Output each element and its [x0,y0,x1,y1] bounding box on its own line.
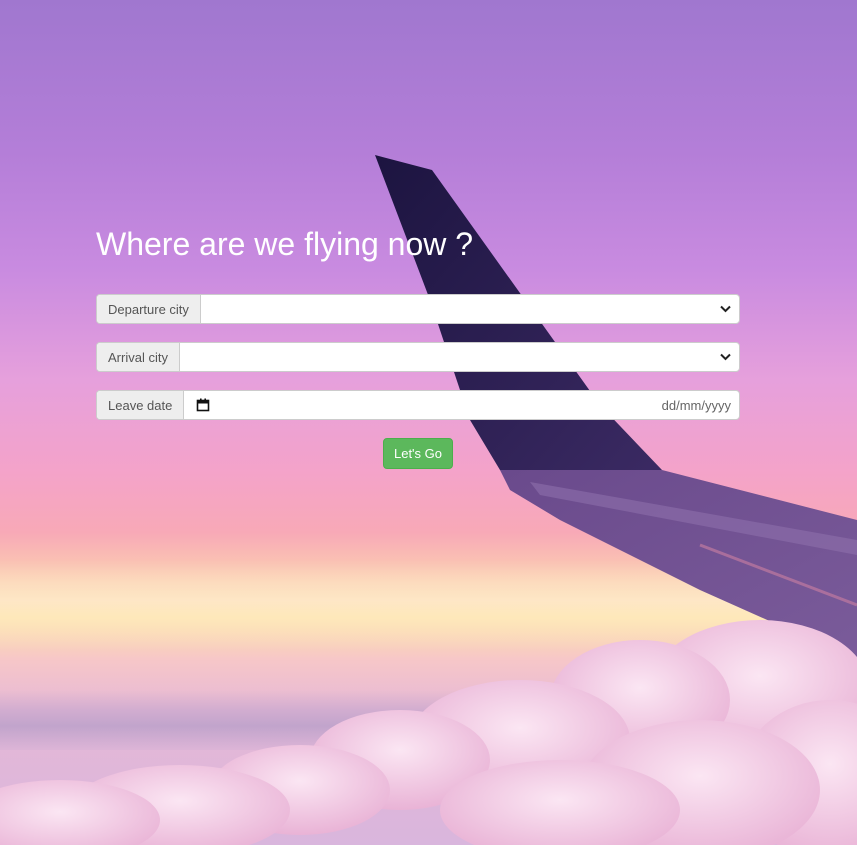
departure-city-label: Departure city [97,295,201,323]
arrival-city-group: Arrival city [96,342,740,372]
leave-date-group: Leave date dd/mm/yyyy [96,390,740,420]
search-panel: Where are we flying now ? Departure city… [96,222,740,469]
calendar-icon[interactable] [196,398,210,412]
background-clouds [0,620,857,845]
arrival-city-label: Arrival city [97,343,180,371]
leave-date-label: Leave date [97,391,185,419]
departure-city-select[interactable] [201,295,739,323]
submit-row: Let's Go [96,438,740,469]
leave-date-input[interactable]: dd/mm/yyyy [184,391,739,419]
departure-city-group: Departure city [96,294,740,324]
lets-go-button[interactable]: Let's Go [383,438,453,469]
page-root: Where are we flying now ? Departure city… [0,0,857,845]
chevron-down-icon [719,351,731,363]
leave-date-placeholder: dd/mm/yyyy [661,397,731,413]
page-title: Where are we flying now ? [96,226,474,262]
chevron-down-icon [719,303,731,315]
arrival-city-select[interactable] [180,343,739,371]
